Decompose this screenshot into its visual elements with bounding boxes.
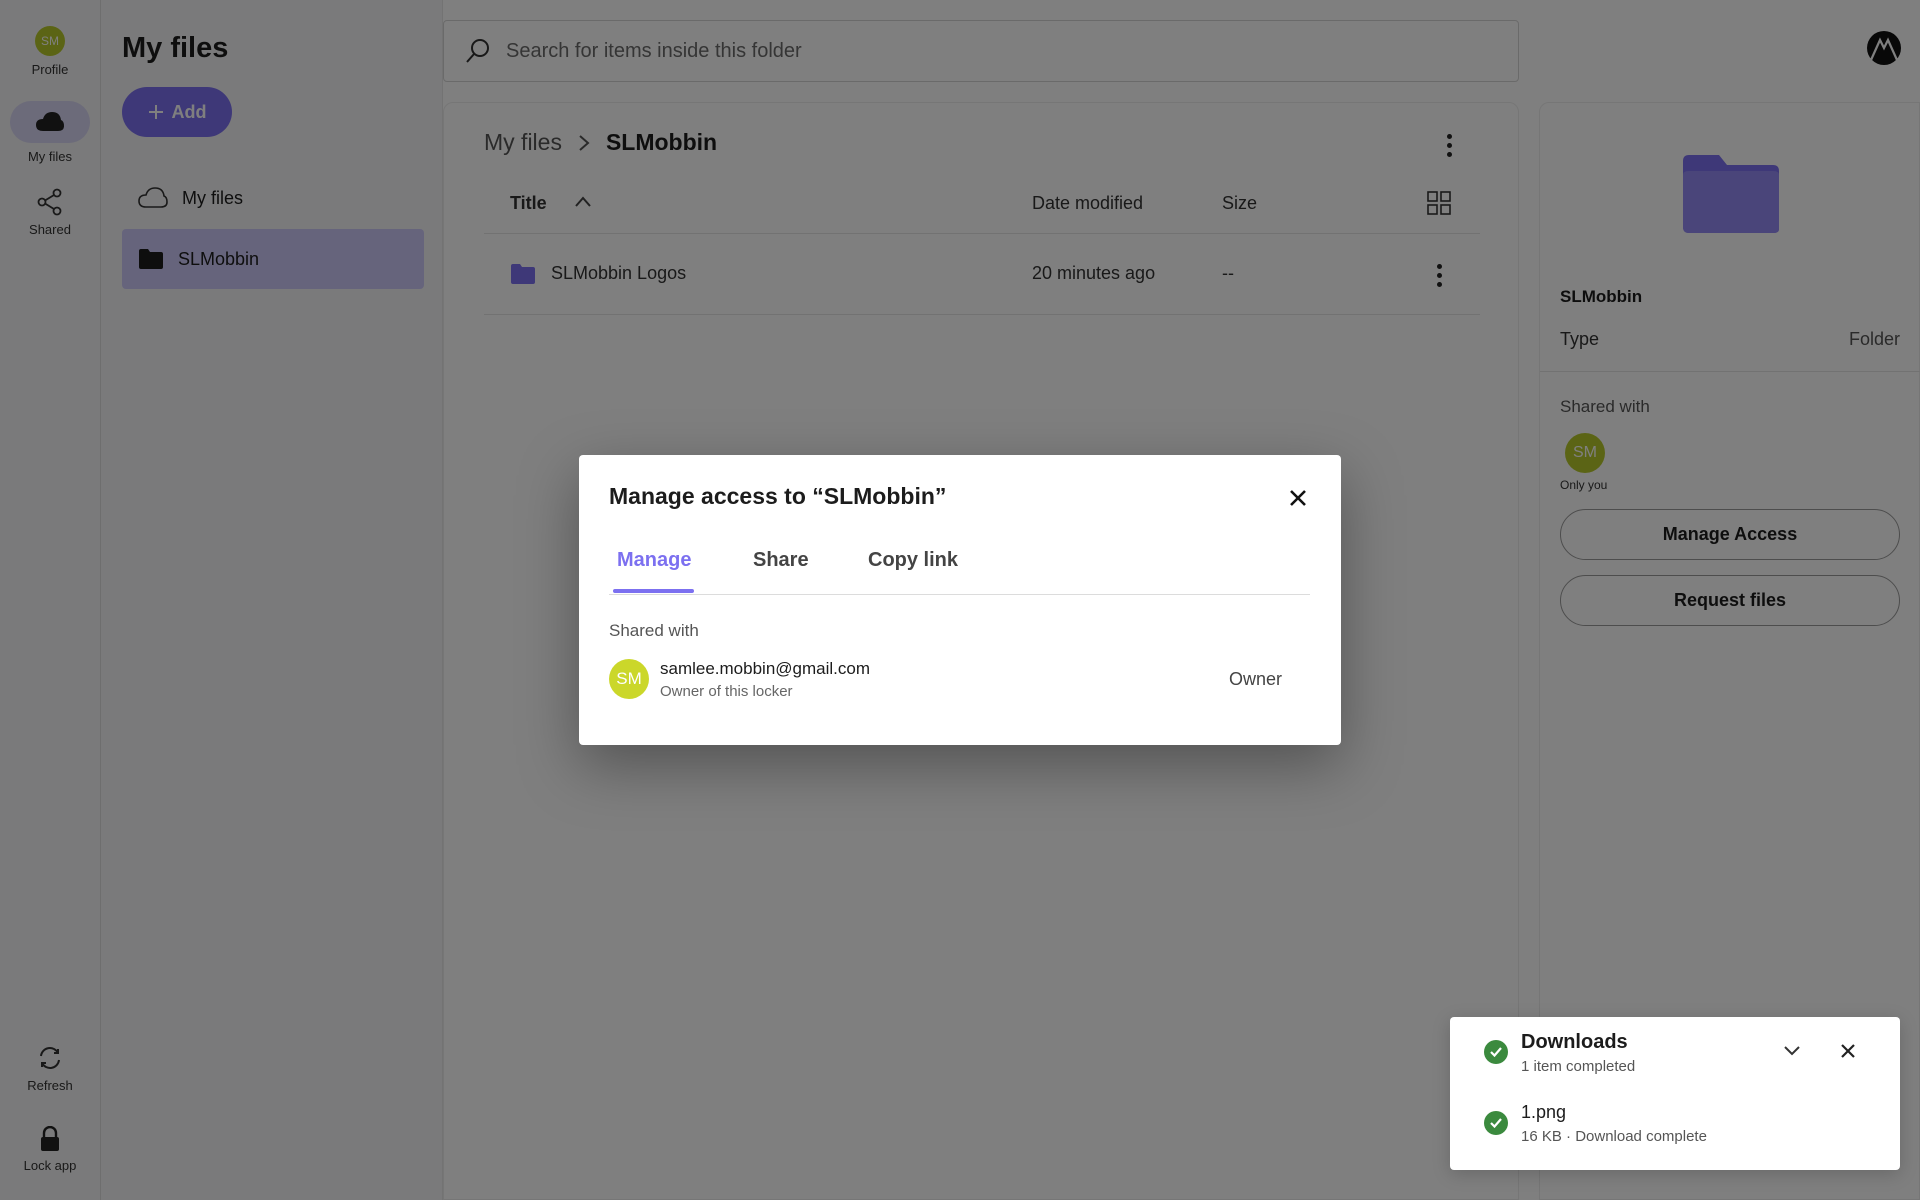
tab-manage[interactable]: Manage (617, 549, 691, 572)
user-subtitle: Owner of this locker (660, 683, 793, 700)
download-file-name: 1.png (1521, 1102, 1567, 1122)
downloads-summary: 1 item completed (1521, 1058, 1636, 1075)
user-avatar: SM (609, 659, 649, 699)
chevron-down-icon[interactable] (1783, 1045, 1801, 1057)
downloads-title: Downloads (1521, 1031, 1628, 1053)
tabs-divider (609, 594, 1310, 595)
tab-share[interactable]: Share (753, 549, 809, 572)
close-icon[interactable] (1839, 1042, 1857, 1060)
user-email: samlee.mobbin@gmail.com (660, 659, 871, 678)
dialog-shared-with-label: Shared with (609, 621, 699, 640)
manage-access-dialog: Manage access to “SLMobbin” Manage Share… (579, 455, 1341, 745)
check-circle-icon (1484, 1040, 1508, 1064)
active-tab-indicator (613, 589, 694, 593)
user-role: Owner (1229, 669, 1283, 689)
check-circle-icon (1484, 1111, 1508, 1135)
tab-copy-link[interactable]: Copy link (868, 549, 958, 572)
dialog-title: Manage access to “SLMobbin” (609, 483, 947, 509)
close-icon[interactable] (1285, 485, 1311, 511)
download-file-meta: 16 KB · Download complete (1521, 1128, 1707, 1145)
downloads-toast: Downloads 1 item completed 1.png 16 KB ·… (1450, 1017, 1900, 1170)
